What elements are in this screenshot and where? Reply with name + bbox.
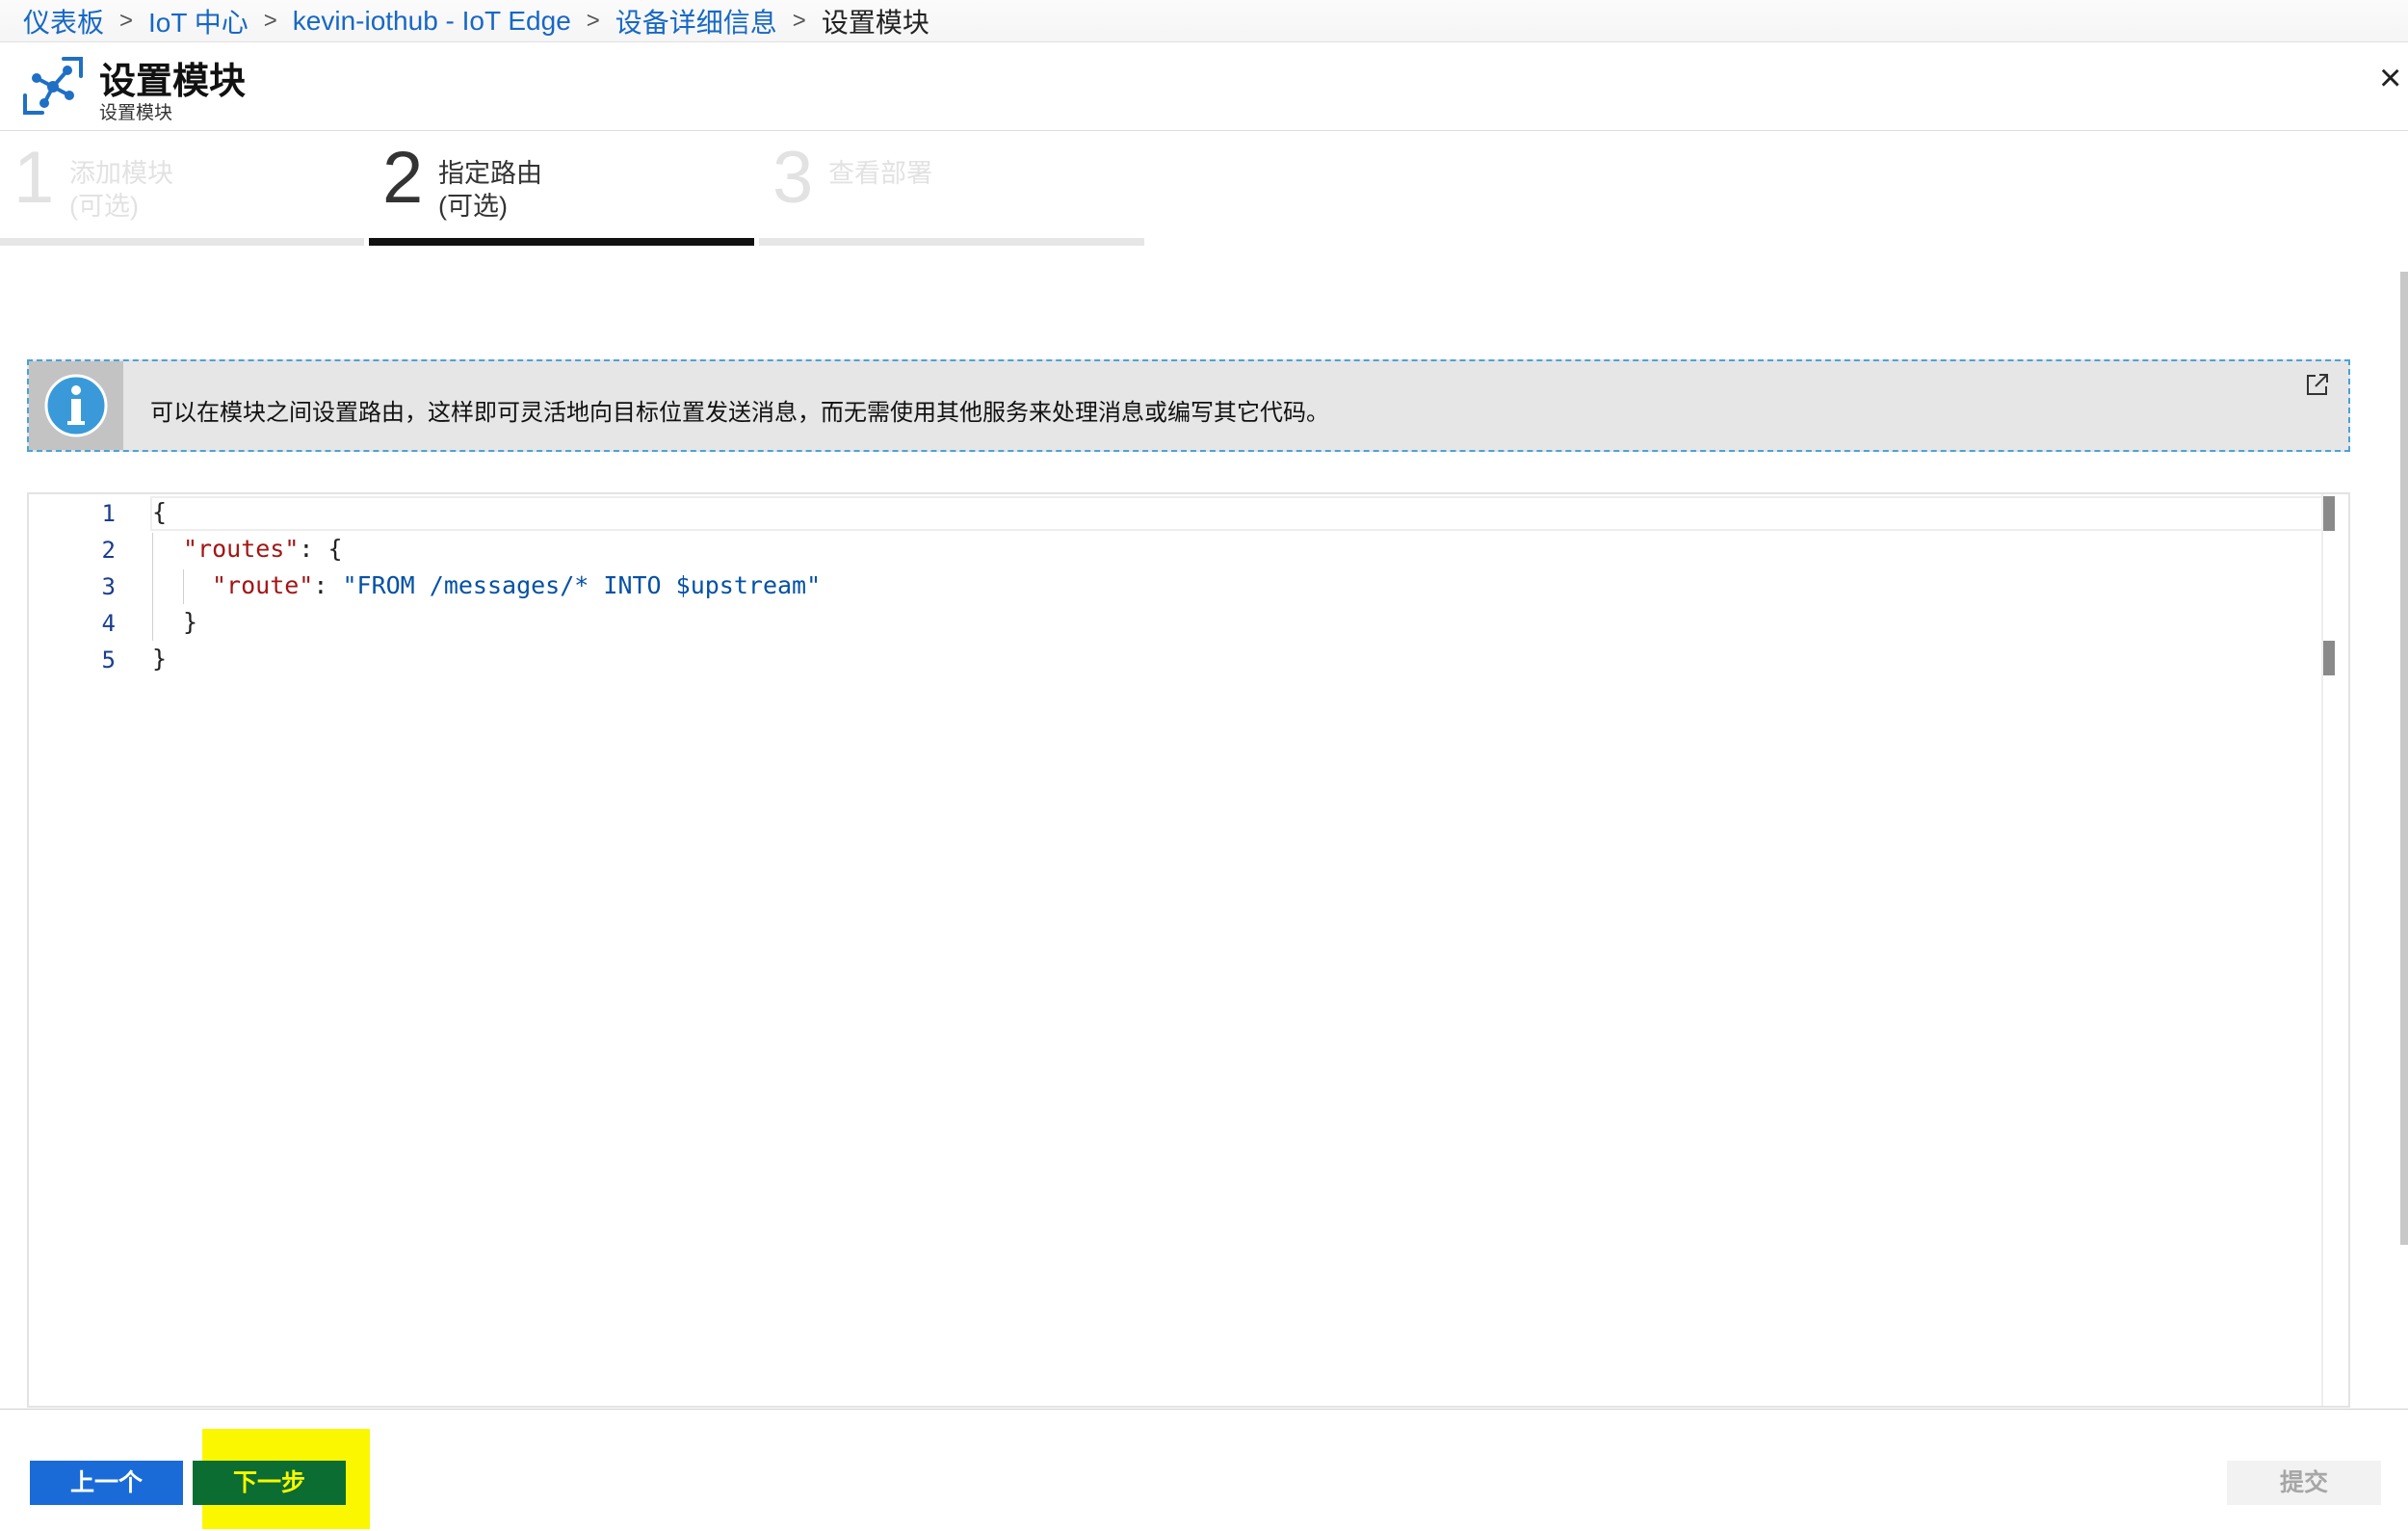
breadcrumb-device-details[interactable]: 设备详细信息 (615, 2, 777, 40)
info-banner: 可以在模块之间设置路由，这样即可灵活地向目标位置发送消息，而无需使用其他服务来处… (27, 359, 2350, 452)
blade-header: 设置模块 设置模块 × (0, 43, 2408, 131)
footer-actions: 上一个 下一步 提交 (0, 1409, 2408, 1531)
step-add-modules[interactable]: 1 添加模块 (可选) (0, 135, 364, 246)
current-line-highlight (150, 496, 2323, 531)
breadcrumb-current: 设置模块 (821, 7, 929, 38)
code-token-brace: } (183, 608, 198, 636)
step-specify-routes[interactable]: 2 指定路由 (可选) (369, 135, 754, 246)
step-review-deployment[interactable]: 3 查看部署 (759, 135, 1144, 246)
line-number: 1 (101, 500, 116, 527)
code-line-2: "routes": { (183, 535, 343, 563)
code-token-key: "routes" (183, 535, 300, 563)
breadcrumb-iot-edge[interactable]: kevin-iothub - IoT Edge (293, 6, 571, 37)
breadcrumb-separator: > (792, 7, 806, 34)
step-label: 查看部署 (828, 159, 932, 188)
step-number: 1 (13, 137, 55, 219)
line-number: 4 (101, 610, 116, 637)
breadcrumb-separator: > (263, 7, 277, 34)
info-text: 可以在模块之间设置路由，这样即可灵活地向目标位置发送消息，而无需使用其他服务来处… (150, 400, 1329, 426)
step-number: 2 (382, 137, 424, 219)
code-line-1: { (152, 498, 167, 526)
line-number: 2 (101, 537, 116, 564)
line-number: 3 (101, 573, 116, 600)
code-token-string: "FROM /messages/* INTO $upstream" (342, 571, 822, 599)
breadcrumb-dashboard[interactable]: 仪表板 (23, 2, 104, 40)
step-sublabel: (可选) (69, 192, 139, 221)
indent-guide (152, 533, 153, 641)
info-icon-container (29, 361, 123, 450)
routes-json-editor[interactable]: 1 2 3 4 5 { "routes": { "route": "FROM /… (27, 492, 2350, 1408)
line-number: 5 (101, 647, 116, 673)
scrollbar-marker (2323, 496, 2335, 531)
code-token-key: "route" (212, 571, 314, 599)
scrollbar-marker (2323, 641, 2335, 675)
submit-button[interactable]: 提交 (2227, 1461, 2381, 1505)
breadcrumb: 仪表板 > IoT 中心 > kevin-iothub - IoT Edge >… (0, 0, 2408, 42)
close-icon[interactable]: × (2379, 55, 2408, 101)
code-line-4: } (183, 608, 197, 636)
step-sublabel: (可选) (438, 192, 508, 221)
step-progress-bar (369, 238, 754, 246)
editor-scrollbar[interactable] (2321, 494, 2348, 1406)
breadcrumb-separator: > (119, 7, 134, 34)
line-number-gutter: 1 2 3 4 5 (29, 494, 116, 1406)
previous-button[interactable]: 上一个 (30, 1461, 183, 1505)
breadcrumb-iot-hub[interactable]: IoT 中心 (148, 2, 249, 40)
step-progress-bar (759, 238, 1144, 246)
code-token-punct: : (313, 571, 343, 599)
page-scrollbar[interactable] (2400, 272, 2408, 1245)
breadcrumb-separator: > (586, 7, 600, 34)
info-icon (44, 374, 108, 437)
module-network-icon (23, 57, 83, 115)
indent-guide (183, 569, 184, 604)
code-token-brace: } (152, 645, 168, 673)
page-subtitle: 设置模块 (99, 103, 173, 123)
step-progress-bar (0, 238, 364, 246)
code-line-3: "route": "FROM /messages/* INTO $upstrea… (212, 571, 821, 599)
code-token-brace: { (152, 498, 168, 526)
next-button[interactable]: 下一步 (193, 1461, 346, 1505)
page-title: 设置模块 (99, 62, 247, 102)
wizard-steps: 1 添加模块 (可选) 2 指定路由 (可选) 3 查看部署 (0, 135, 1146, 246)
code-token-punct: : { (299, 535, 343, 563)
step-number: 3 (772, 137, 814, 219)
code-line-5: } (152, 645, 167, 673)
external-link-icon[interactable] (2304, 371, 2331, 398)
